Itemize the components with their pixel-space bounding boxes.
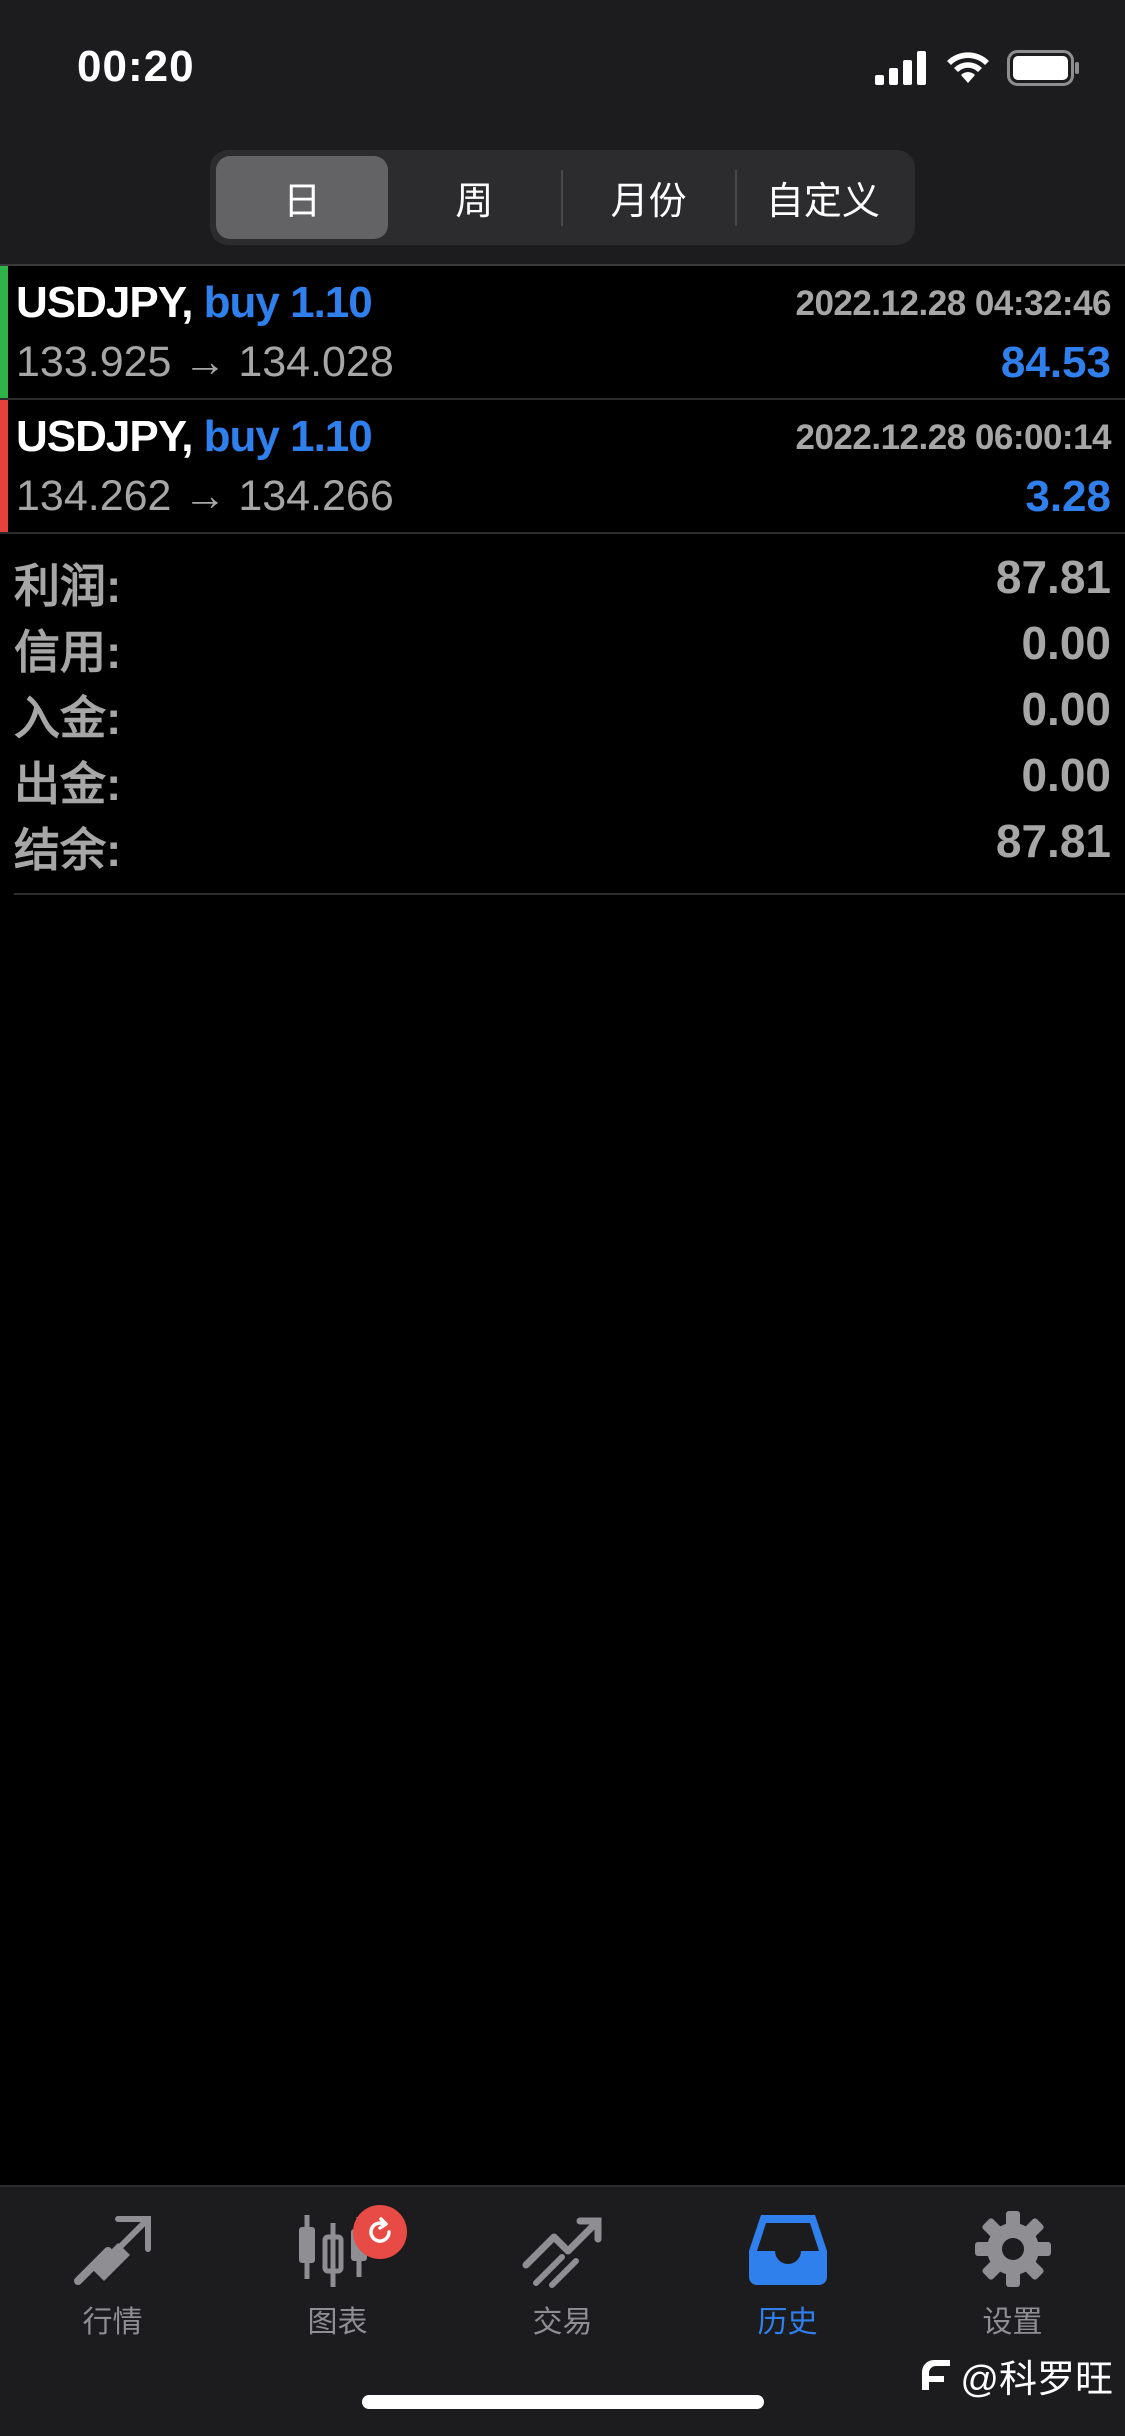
deal-symbol: USDJPY, buy 1.10 (16, 412, 373, 461)
tab-label: 行情 (82, 2306, 143, 2339)
tab-chart[interactable]: 图表 (225, 2205, 450, 2357)
home-indicator (362, 2395, 764, 2409)
period-segmented-control: 日 周 月份 自定义 (210, 150, 915, 245)
refresh-icon (369, 2217, 391, 2243)
summary-profit: 利润: 87.81 (0, 540, 1125, 612)
tab-quotes[interactable]: 行情 (0, 2207, 225, 2357)
battery-icon (1007, 50, 1079, 86)
tab-trade[interactable]: 交易 (450, 2207, 675, 2357)
status-time: 00:20 (77, 42, 195, 91)
deal-side-indicator (0, 266, 8, 398)
deal-prices: 134.262 → 134.266 (16, 472, 394, 520)
settings-icon (974, 2211, 1051, 2287)
tab-label: 图表 (307, 2306, 368, 2339)
watermark: @科罗旺 (916, 2348, 1113, 2403)
summary-section: 利润: 87.81 信用: 0.00 入金: 0.00 出金: 0.00 结余:… (0, 540, 1125, 876)
summary-value: 0.00 (1021, 749, 1111, 801)
deal-row[interactable]: USDJPY, buy 1.10 2022.12.28 04:32:46 133… (0, 266, 1125, 400)
history-icon (748, 2215, 827, 2285)
deal-prices: 133.925 → 134.028 (16, 338, 394, 386)
summary-value: 87.81 (995, 815, 1111, 867)
quotes-icon (73, 2216, 151, 2285)
deal-side-indicator (0, 400, 8, 532)
wifi-icon (947, 52, 989, 83)
status-bar: 00:20 (0, 0, 1125, 140)
deal-profit: 84.53 (1000, 338, 1111, 387)
segment-month[interactable]: 月份 (563, 156, 735, 239)
summary-deposit: 入金: 0.00 (0, 672, 1125, 744)
brand-logo-icon (922, 2359, 951, 2390)
chart-refresh-badge (353, 2205, 407, 2259)
summary-balance: 结余: 87.81 (0, 804, 1125, 876)
tab-settings[interactable]: 设置 (900, 2207, 1125, 2357)
tab-label: 交易 (532, 2306, 593, 2339)
segment-custom[interactable]: 自定义 (737, 156, 909, 239)
summary-divider (14, 893, 1125, 895)
tab-history[interactable]: 历史 (675, 2207, 900, 2357)
summary-value: 0.00 (1021, 617, 1111, 669)
summary-value: 87.81 (995, 551, 1111, 603)
deal-profit: 3.28 (1025, 472, 1111, 521)
top-area: 00:20 日 周 月份 自定义 (0, 0, 1125, 264)
deal-action: buy 1.10 (203, 412, 373, 461)
cellular-signal-icon (875, 51, 926, 85)
history-screen: 00:20 日 周 月份 自定义 USDJPY, buy 1.10 2022.1… (0, 0, 1125, 2436)
summary-credit: 信用: 0.00 (0, 606, 1125, 678)
deal-action: buy 1.10 (203, 278, 373, 327)
summary-label: 结余: (14, 824, 122, 876)
summary-value: 0.00 (1021, 683, 1111, 735)
tab-label: 设置 (982, 2306, 1043, 2339)
watermark-text: @科罗旺 (960, 2359, 1113, 2401)
deal-datetime: 2022.12.28 06:00:14 (795, 418, 1112, 457)
deal-row[interactable]: USDJPY, buy 1.10 2022.12.28 06:00:14 134… (0, 400, 1125, 534)
tab-label: 历史 (757, 2306, 818, 2339)
deal-symbol: USDJPY, buy 1.10 (16, 278, 373, 327)
trade-icon (522, 2217, 601, 2288)
segment-week[interactable]: 周 (388, 156, 560, 239)
summary-withdrawal: 出金: 0.00 (0, 738, 1125, 810)
status-icons (875, 46, 1081, 90)
segment-day[interactable]: 日 (216, 156, 389, 239)
deal-datetime: 2022.12.28 04:32:46 (795, 284, 1112, 323)
